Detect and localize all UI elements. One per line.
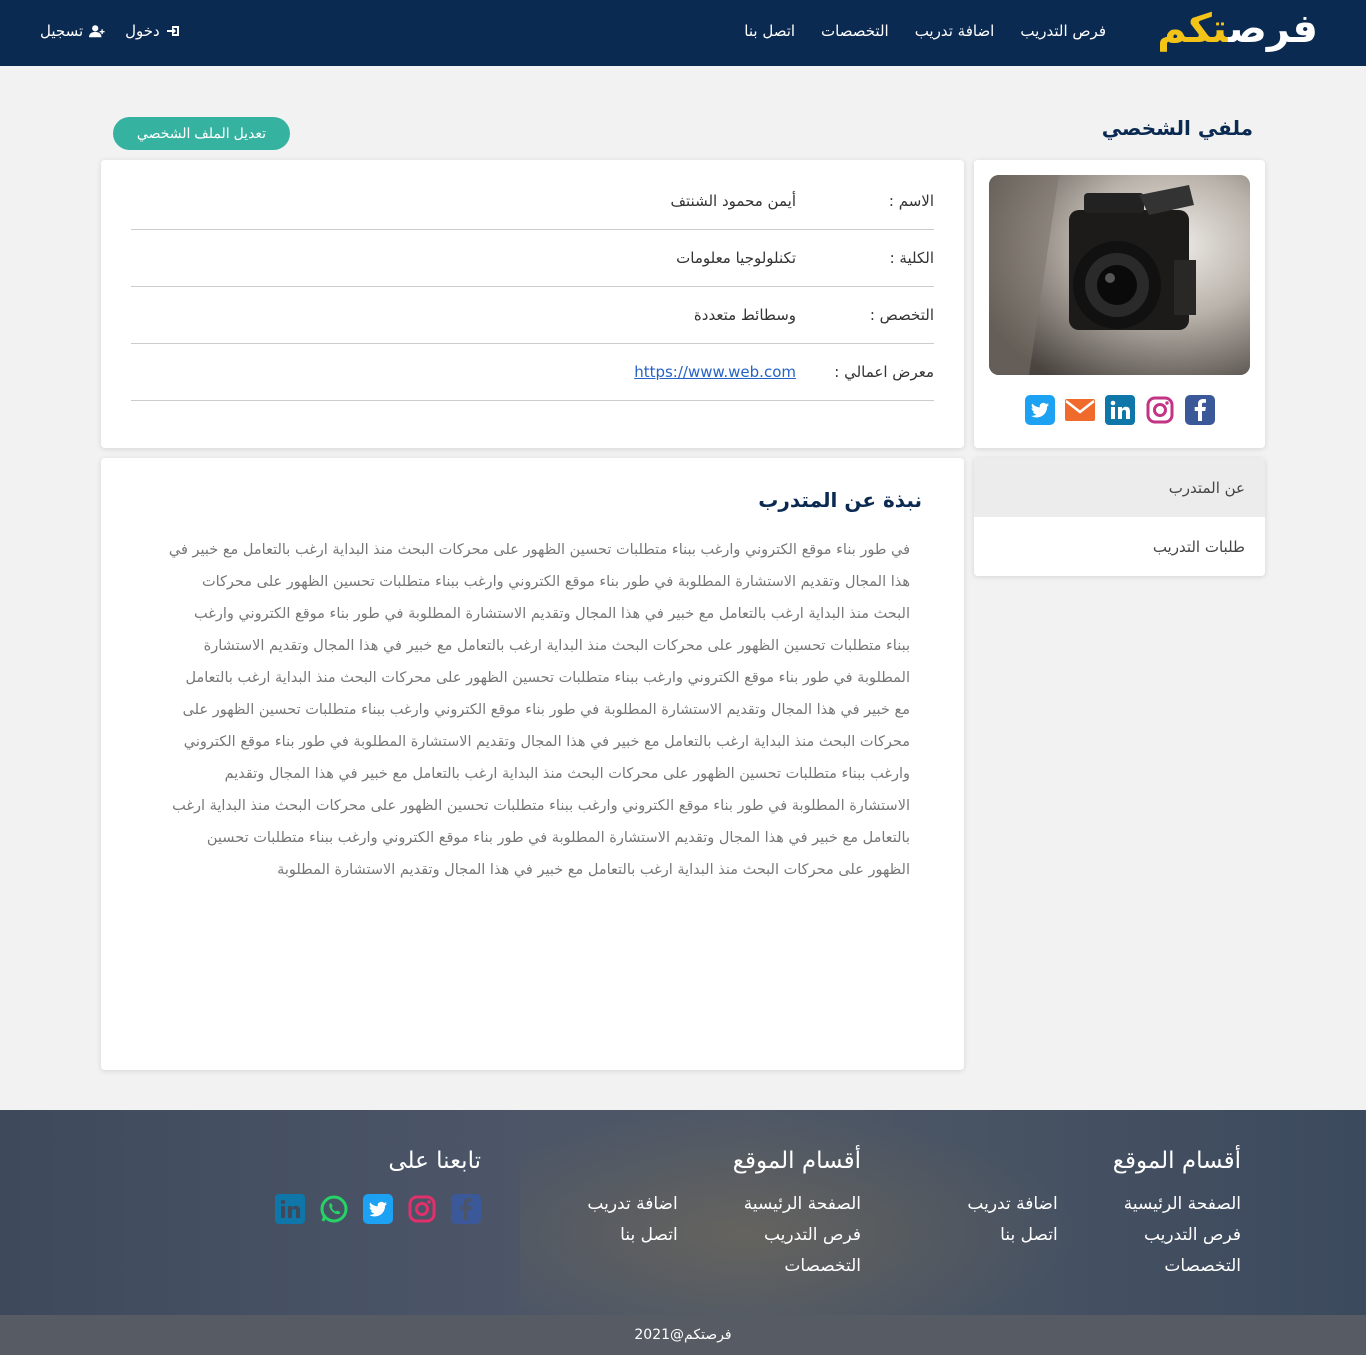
footer-col-title: أقسام الموقع bbox=[1112, 1148, 1241, 1174]
twitter-icon[interactable] bbox=[363, 1194, 393, 1224]
linkedin-icon[interactable] bbox=[275, 1194, 305, 1224]
navbar: فرصتكم فرص التدريب اضافة تدريب التخصصات … bbox=[0, 0, 1366, 66]
footer-col-title: تابعنا على bbox=[388, 1148, 481, 1174]
menu-item-about-trainee[interactable]: عن المتدرب bbox=[974, 458, 1265, 517]
footer-socials bbox=[275, 1194, 481, 1224]
info-row-specialization: التخصص : وسطائط متعددة bbox=[131, 287, 934, 344]
instagram-icon[interactable] bbox=[407, 1194, 437, 1224]
email-icon[interactable] bbox=[1064, 395, 1095, 425]
profile-photo bbox=[989, 175, 1250, 375]
twitter-icon[interactable] bbox=[1024, 395, 1055, 425]
footer-link-specializations[interactable]: التخصصات bbox=[1124, 1256, 1241, 1276]
info-row-name: الاسم : أيمن محمود الشنتف bbox=[131, 173, 934, 230]
linkedin-icon[interactable] bbox=[1104, 395, 1135, 425]
about-title: نبذة عن المتدرب bbox=[758, 488, 922, 512]
footer-link-specializations[interactable]: التخصصات bbox=[744, 1256, 861, 1276]
auth-links: دخول تسجيل bbox=[40, 22, 182, 40]
info-row-faculty: الكلية : تكنلولوجيا معلومات bbox=[131, 230, 934, 287]
copyright-bar: فرصتكم@2021 bbox=[0, 1315, 1366, 1355]
copyright-text: فرصتكم@2021 bbox=[634, 1327, 732, 1343]
footer-link-add-training[interactable]: اضافة تدريب bbox=[967, 1194, 1057, 1214]
profile-socials bbox=[974, 395, 1265, 425]
nav-link-add-training[interactable]: اضافة تدريب bbox=[915, 22, 995, 40]
menu-item-training-requests[interactable]: طلبات التدريب bbox=[974, 517, 1265, 576]
main-nav: فرص التدريب اضافة تدريب التخصصات اتصل بن… bbox=[744, 22, 1106, 40]
footer-link-home[interactable]: الصفحة الرئيسية bbox=[1124, 1194, 1241, 1214]
info-value: أيمن محمود الشنتف bbox=[670, 192, 797, 210]
info-label: الكلية : bbox=[889, 249, 934, 267]
brand-logo[interactable]: فرصتكم bbox=[1157, 6, 1318, 52]
footer-sections-col-1: أقسام الموقع الصفحة الرئيسية اضافة تدريب… bbox=[967, 1148, 1241, 1276]
info-label: الاسم : bbox=[888, 192, 934, 210]
footer-follow-col: تابعنا على bbox=[275, 1148, 481, 1224]
info-label: معرض اعمالي : bbox=[834, 363, 934, 381]
about-text: في طور بناء موقع الكتروني وارغب ببناء مت… bbox=[168, 542, 910, 878]
facebook-icon[interactable] bbox=[451, 1194, 481, 1224]
register-label: تسجيل bbox=[40, 22, 84, 40]
register-link[interactable]: تسجيل bbox=[40, 22, 105, 40]
info-row-portfolio: معرض اعمالي : https://www.web.com bbox=[131, 344, 934, 401]
instagram-icon[interactable] bbox=[1145, 395, 1175, 425]
footer-link-home[interactable]: الصفحة الرئيسية bbox=[744, 1194, 861, 1214]
facebook-icon[interactable] bbox=[1184, 395, 1215, 425]
side-menu: عن المتدرب طلبات التدريب bbox=[974, 458, 1265, 576]
sign-in-icon bbox=[166, 26, 179, 36]
nav-link-training-opportunities[interactable]: فرص التدريب bbox=[1020, 22, 1106, 40]
camera-photo-illustration bbox=[989, 175, 1250, 375]
profile-info-card: الاسم : أيمن محمود الشنتف الكلية : تكنلو… bbox=[101, 160, 964, 448]
footer-sections-col-2: أقسام الموقع الصفحة الرئيسية اضافة تدريب… bbox=[587, 1148, 861, 1276]
whatsapp-icon[interactable] bbox=[319, 1194, 349, 1224]
about-card: نبذة عن المتدرب في طور بناء موقع الكترون… bbox=[101, 458, 964, 1070]
info-label: التخصص : bbox=[869, 306, 934, 324]
profile-image-card bbox=[974, 160, 1265, 448]
footer-link-training-opportunities[interactable]: فرص التدريب bbox=[1124, 1225, 1241, 1245]
edit-profile-button[interactable]: تعديل الملف الشخصي bbox=[113, 117, 290, 150]
footer-col-title: أقسام الموقع bbox=[732, 1148, 861, 1174]
nav-link-contact[interactable]: اتصل بنا bbox=[744, 22, 795, 40]
login-label: دخول bbox=[125, 22, 160, 40]
brand-part1: فرص bbox=[1228, 6, 1318, 52]
footer-link-training-opportunities[interactable]: فرص التدريب bbox=[744, 1225, 861, 1245]
footer-link-add-training[interactable]: اضافة تدريب bbox=[587, 1194, 677, 1214]
info-value: وسطائط متعددة bbox=[693, 306, 796, 324]
info-value: تكنلولوجيا معلومات bbox=[676, 249, 796, 267]
user-plus-icon bbox=[89, 25, 105, 38]
nav-link-specializations[interactable]: التخصصات bbox=[821, 22, 889, 40]
footer: أقسام الموقع الصفحة الرئيسية اضافة تدريب… bbox=[0, 1110, 1366, 1315]
footer-link-contact[interactable]: اتصل بنا bbox=[967, 1225, 1058, 1245]
portfolio-link[interactable]: https://www.web.com bbox=[634, 363, 796, 381]
login-link[interactable]: دخول bbox=[125, 22, 182, 40]
footer-link-contact[interactable]: اتصل بنا bbox=[587, 1225, 678, 1245]
page-title: ملفي الشخصي bbox=[1101, 116, 1253, 140]
brand-part2: تكم bbox=[1157, 6, 1229, 52]
